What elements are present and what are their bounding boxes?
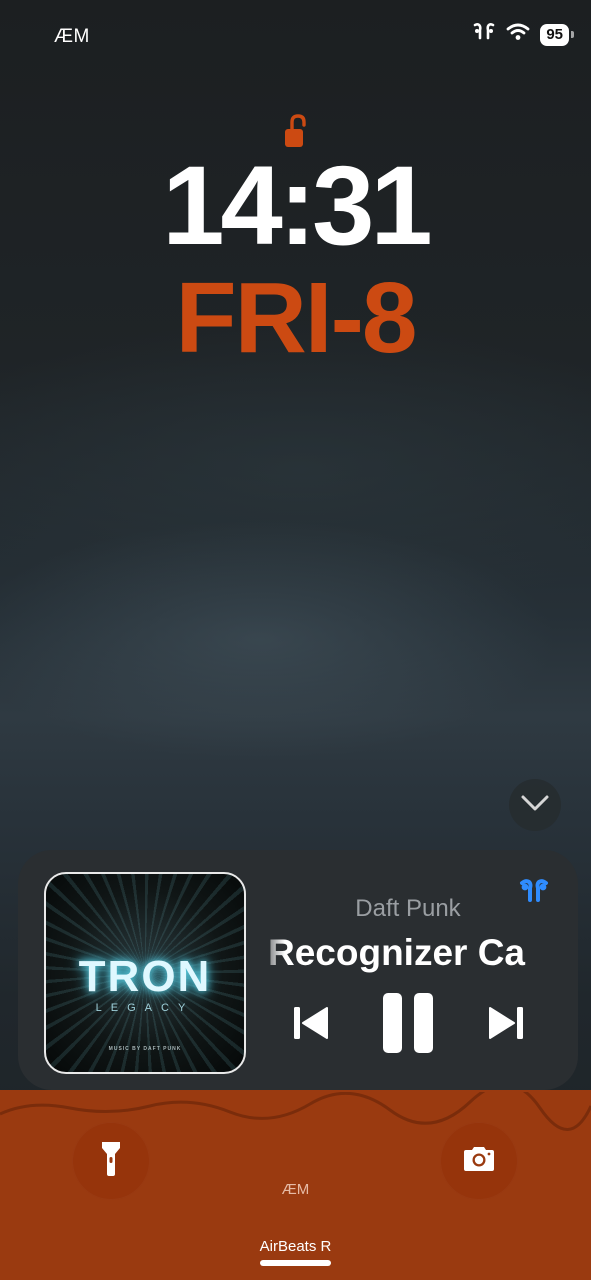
center-label: ÆM bbox=[281, 1181, 310, 1198]
previous-track-button[interactable] bbox=[286, 1000, 336, 1050]
clock-date: FRI-8 bbox=[175, 262, 418, 374]
wifi-icon bbox=[506, 23, 530, 46]
carrier-label: ÆM bbox=[54, 26, 90, 47]
wave-divider bbox=[0, 1092, 591, 1132]
collapse-player-button[interactable] bbox=[509, 779, 561, 831]
previous-track-icon bbox=[291, 1003, 331, 1048]
clock-time: 14:31 bbox=[162, 143, 432, 268]
album-art-subtitle: LEGACY bbox=[95, 1002, 195, 1014]
battery-indicator: 95 bbox=[540, 23, 574, 46]
flashlight-icon bbox=[100, 1140, 122, 1183]
album-art-credit: MUSIC BY DAFT PUNK bbox=[108, 1046, 182, 1052]
now-playing-widget[interactable]: TRON LEGACY MUSIC BY DAFT PUNK Daft Punk… bbox=[18, 850, 578, 1090]
album-art[interactable]: TRON LEGACY MUSIC BY DAFT PUNK bbox=[44, 872, 246, 1074]
track-title: Recognizer Ca bbox=[268, 932, 526, 973]
next-track-icon bbox=[486, 1003, 526, 1048]
album-art-title: TRON bbox=[78, 952, 212, 1001]
next-track-button[interactable] bbox=[481, 1000, 531, 1050]
pause-button[interactable] bbox=[378, 990, 438, 1060]
status-icons: 95 bbox=[472, 22, 574, 47]
device-name-label: AirBeats R bbox=[259, 1238, 332, 1255]
artist-name: Daft Punk bbox=[355, 895, 461, 922]
camera-icon bbox=[461, 1145, 497, 1178]
track-title-marquee: Recognizer Ca bbox=[268, 930, 548, 976]
home-indicator[interactable] bbox=[260, 1260, 331, 1266]
pause-icon bbox=[381, 991, 435, 1060]
chevron-down-icon bbox=[520, 794, 550, 817]
airpods-status-icon bbox=[472, 22, 496, 47]
